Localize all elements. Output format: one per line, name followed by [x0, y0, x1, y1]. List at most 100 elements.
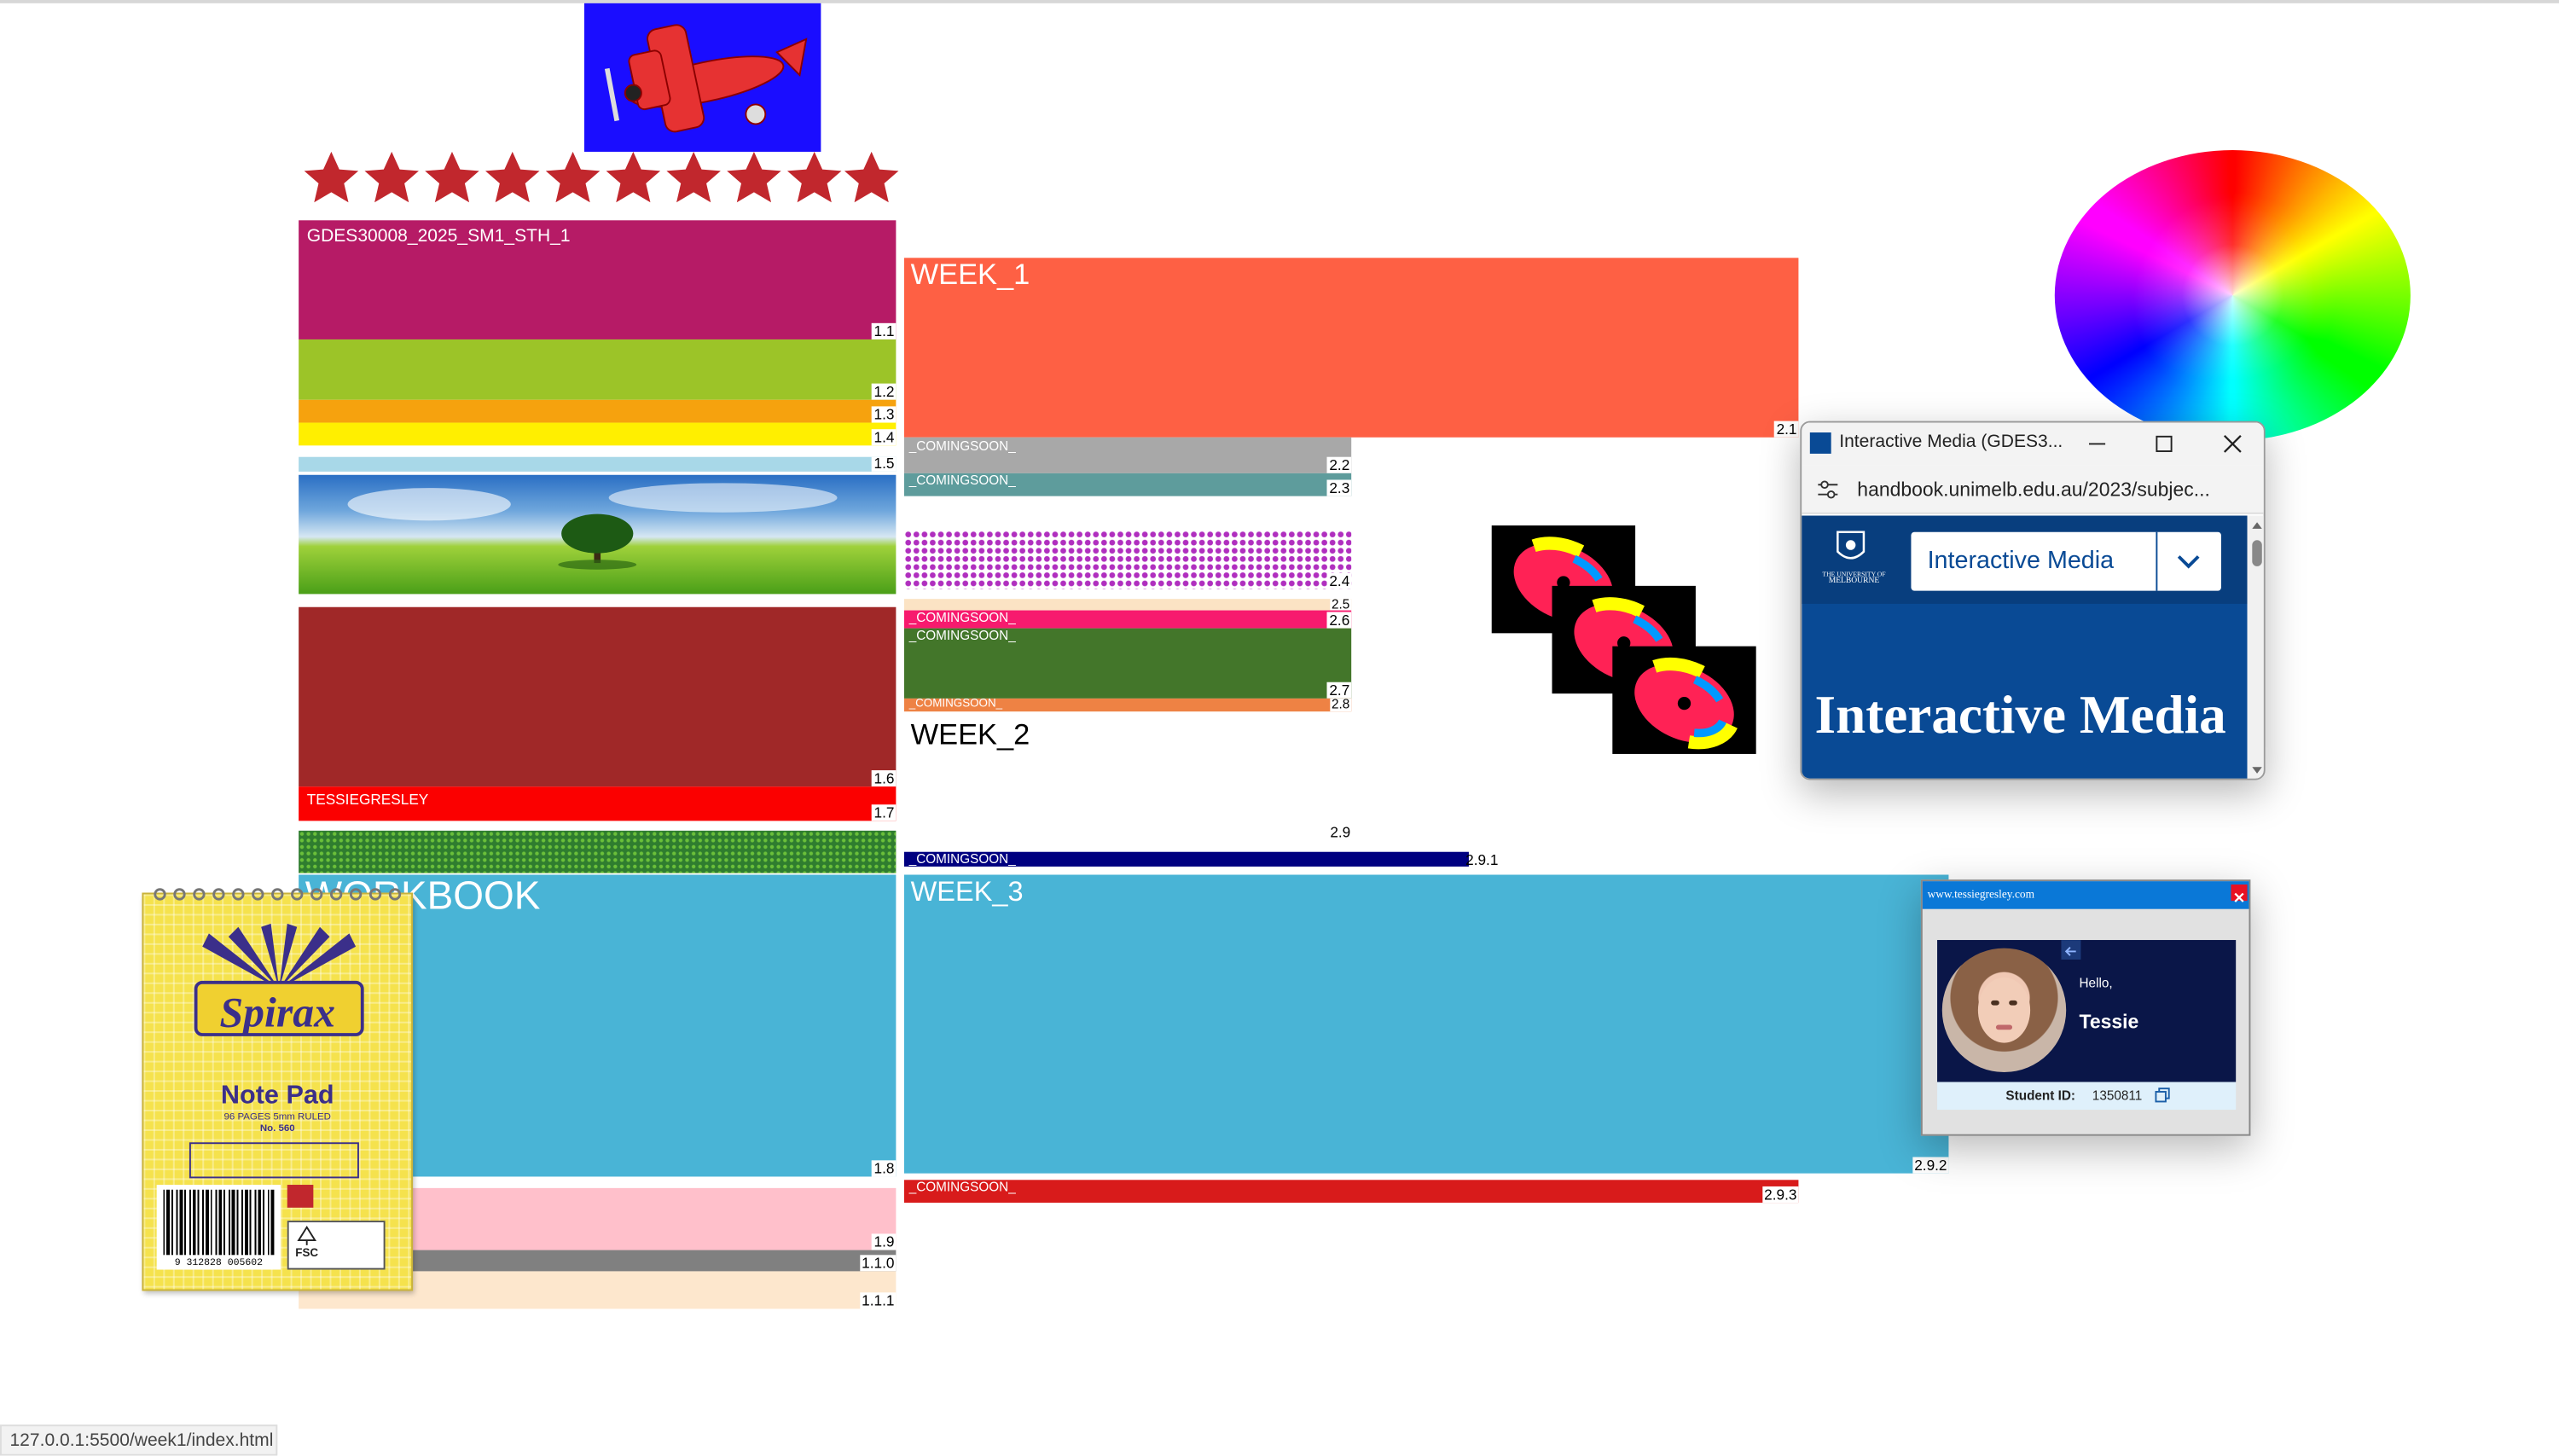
top-edge [0, 0, 2559, 3]
maximize-icon[interactable] [2155, 434, 2174, 454]
cd-icon [1628, 657, 1741, 750]
block-number: 2.3 [1327, 479, 1352, 496]
block-2-7[interactable]: _COMINGSOON_ 2.7 [903, 628, 1352, 699]
coming-soon-label: _COMINGSOON_ [908, 473, 1016, 489]
scrollbar-thumb[interactable] [2252, 540, 2262, 566]
block-2-5[interactable]: 2.5 [903, 599, 1352, 611]
fsc-label: FSC [287, 1221, 386, 1270]
block-number: 2.7 [1327, 682, 1352, 699]
profile-close-button[interactable] [2231, 884, 2248, 902]
subject-dropdown[interactable]: Interactive Media [1911, 531, 2221, 591]
browser-popup-window[interactable]: Interactive Media (GDES3... handbook.uni… [1800, 421, 2266, 780]
block-2-6[interactable]: _COMINGSOON_ 2.6 [903, 610, 1352, 629]
crest-icon [1837, 531, 1866, 560]
avatar[interactable] [1941, 948, 2067, 1073]
profile-titlebar[interactable]: www.tessiegresley.com [1922, 881, 2249, 909]
block-number: 2.8 [1330, 698, 1352, 712]
status-url: 127.0.0.1:5500/week1/index.html [9, 1430, 274, 1451]
block-1-2[interactable]: 1.2 [299, 339, 897, 400]
profile-card: Hello, Tessie [1937, 940, 2237, 1082]
acco-logo [287, 1185, 314, 1208]
star-icon [485, 151, 540, 203]
block-number: 1.8 [872, 1160, 897, 1177]
coming-soon-label: _COMINGSOON_ [908, 851, 1016, 867]
status-bar: 127.0.0.1:5500/week1/index.html [0, 1424, 278, 1456]
barcode: 9 312828 005602 [156, 1185, 281, 1270]
star-icon [606, 151, 661, 203]
block-1-4[interactable]: 1.4 [299, 422, 897, 446]
scroll-up-icon[interactable] [2250, 519, 2263, 531]
block-number: 1.3 [872, 406, 897, 423]
block-number: 2.4 [1327, 572, 1352, 589]
back-button[interactable] [2061, 940, 2081, 960]
block-2-2[interactable]: _COMINGSOON_ 2.2 [903, 437, 1352, 473]
popup-address-bar[interactable]: handbook.unimelb.edu.au/2023/subjec... [1802, 465, 2264, 514]
coming-soon-label: _COMINGSOON_ [908, 1180, 1016, 1195]
student-id-label: Student ID: [2005, 1088, 2076, 1104]
block-1-5[interactable]: 1.5 [299, 456, 897, 472]
subject-dropdown-value: Interactive Media [1927, 546, 2115, 575]
week2-title[interactable]: WEEK_2 [911, 718, 1030, 752]
name-block[interactable]: TESSIEGRESLEY 1.7 [299, 786, 897, 821]
scroll-down-icon[interactable] [2250, 763, 2263, 776]
star-icon [666, 151, 721, 203]
block-number: 1.9 [872, 1233, 897, 1250]
tune-icon[interactable] [1816, 479, 1839, 502]
block-2-9-3[interactable]: _COMINGSOON_ 2.9.3 [903, 1180, 1799, 1204]
tree-check-icon [297, 1225, 316, 1245]
star-icon [727, 151, 781, 203]
chevron-down-icon[interactable] [2175, 550, 2202, 573]
course-code-label: GDES30008_2025_SM1_STH_1 [306, 226, 571, 247]
block-1-3[interactable]: 1.3 [299, 399, 897, 423]
block-number: 1.2 [872, 383, 897, 400]
notepad-title: Note Pad [220, 1082, 334, 1111]
notepad-image[interactable]: Spirax Note Pad 96 PAGES 5mm RULED No. 5… [142, 888, 414, 1291]
airplane-icon [604, 24, 808, 133]
popup-url[interactable]: handbook.unimelb.edu.au/2023/subjec... [1857, 479, 2210, 502]
block-number: 2.6 [1327, 612, 1352, 629]
week1-block[interactable]: WEEK_1 2.1 [903, 258, 1799, 438]
popup-scrollbar[interactable] [2247, 515, 2264, 779]
minimize-icon[interactable] [2087, 434, 2107, 454]
course-code-block[interactable]: GDES30008_2025_SM1_STH_1 1.1 [299, 220, 897, 339]
airplane-image[interactable] [583, 3, 821, 152]
coming-soon-label: _COMINGSOON_ [908, 628, 1016, 643]
student-id-value: 1350811 [2092, 1088, 2143, 1104]
block-number: 1.6 [872, 770, 897, 787]
block-number: 1.1.0 [860, 1255, 897, 1272]
cd-image[interactable] [1612, 646, 1756, 754]
star-rating-row [304, 151, 899, 203]
block-number: 2.9 [1330, 824, 1351, 841]
star-icon [545, 151, 601, 203]
uni-name-top: THE UNIVERSITY OF [1822, 569, 1886, 578]
star-icon [786, 151, 842, 203]
profile-url: www.tessiegresley.com [1927, 887, 2035, 902]
star-icon [304, 151, 359, 203]
close-icon[interactable] [2223, 434, 2243, 454]
tree-landscape-image[interactable] [299, 474, 897, 595]
block-2-9-1[interactable]: _COMINGSOON_ [903, 851, 1469, 867]
block-number: 1.1.1 [860, 1292, 897, 1309]
copy-icon[interactable] [2155, 1087, 2171, 1103]
star-icon [425, 151, 479, 203]
coming-soon-label: _COMINGSOON_ [908, 610, 1016, 625]
barcode-digits: 9 312828 005602 [174, 1256, 264, 1268]
block-number: 1.7 [872, 804, 897, 821]
profile-popup-window[interactable]: www.tessiegresley.com Hello, Tessie Stud… [1920, 879, 2251, 1136]
popup-tab-title: Interactive Media (GDES3... [1839, 432, 2063, 452]
block-number: 2.9.3 [1762, 1186, 1799, 1204]
block-number: 2.9.1 [1465, 851, 1499, 868]
popup-titlebar[interactable]: Interactive Media (GDES3... [1802, 422, 2264, 466]
block-number: 2.9.2 [1912, 1157, 1949, 1174]
week1-title: WEEK_1 [910, 258, 1030, 291]
week3-block[interactable]: WEEK_3 2.9.2 [903, 874, 1949, 1174]
block-2-8[interactable]: _COMINGSOON_ 2.8 [903, 698, 1352, 712]
handbook-page: THE UNIVERSITY OF MELBOURNE Interactive … [1802, 515, 2248, 779]
block-2-3[interactable]: _COMINGSOON_ 2.3 [903, 473, 1352, 496]
block-number: 1.4 [872, 429, 897, 446]
color-wheel-icon[interactable] [2054, 150, 2411, 441]
dropdown-divider [2156, 531, 2158, 591]
block-1-6[interactable]: 1.6 [299, 606, 897, 787]
notepad-pages: 96 PAGES 5mm RULED [223, 1112, 331, 1123]
block-2-4[interactable]: 2.4 [903, 530, 1352, 589]
